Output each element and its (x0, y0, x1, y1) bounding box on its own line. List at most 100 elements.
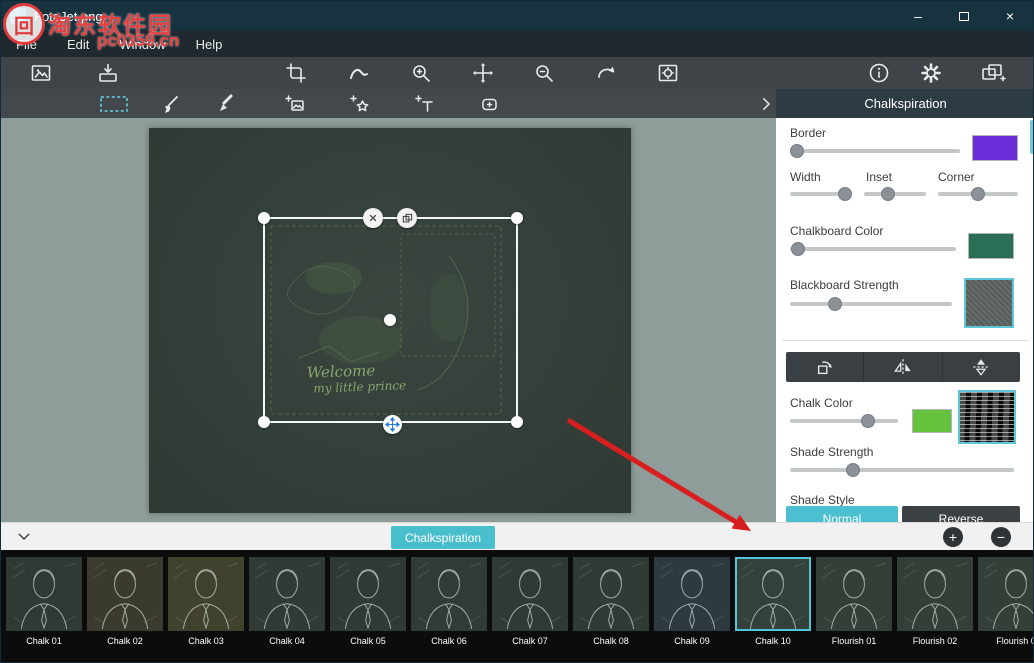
add-clipart-icon[interactable] (344, 91, 374, 116)
filter-thumbnail-label: Chalk 07 (492, 636, 568, 646)
chalk-color-slider[interactable] (790, 419, 898, 423)
adjust-icon[interactable] (652, 60, 684, 86)
filter-thumbnail[interactable]: Chalk 08 (573, 557, 649, 663)
crop-icon[interactable] (280, 60, 312, 86)
thumbnail-zoom-out-button[interactable]: − (991, 527, 1011, 547)
blackboard-texture-thumbnail[interactable] (964, 278, 1014, 328)
menu-window[interactable]: Window (104, 31, 180, 57)
shade-strength-slider-knob[interactable] (846, 463, 860, 477)
close-button[interactable]: × (987, 1, 1033, 31)
filter-thumbnail[interactable]: Flourish 02 (897, 557, 973, 663)
zoom-out-icon[interactable] (528, 60, 560, 86)
rotate-button[interactable] (786, 352, 864, 382)
filter-thumbnail[interactable]: Chalk 02 (87, 557, 163, 663)
info-icon[interactable] (863, 60, 895, 86)
chalk-texture-thumbnail[interactable] (958, 390, 1016, 444)
selection-box[interactable] (263, 217, 518, 423)
selection-handle-bottom-right[interactable] (511, 416, 523, 428)
blackboard-strength-slider[interactable] (790, 302, 952, 306)
corner-slider[interactable] (938, 192, 1018, 196)
shade-style-reverse-button[interactable]: Reverse (902, 506, 1020, 522)
width-slider[interactable] (790, 192, 852, 196)
add-photo-icon[interactable] (279, 91, 309, 116)
brush-icon[interactable] (155, 91, 185, 116)
width-slider-knob[interactable] (838, 187, 852, 201)
inset-slider-knob[interactable] (881, 187, 895, 201)
chalkboard-color-slider[interactable] (790, 247, 956, 251)
maximize-button[interactable] (941, 1, 987, 31)
selection-duplicate-button[interactable] (397, 208, 417, 228)
filter-thumbnail-image (168, 557, 244, 631)
filter-thumbnail-label: Chalk 01 (6, 636, 82, 646)
zoom-in-icon[interactable] (405, 60, 437, 86)
app-icon (10, 8, 26, 24)
selection-handle-top-right[interactable] (511, 212, 523, 224)
chalk-color-swatch[interactable] (912, 409, 952, 433)
settings-gear-icon[interactable] (915, 60, 947, 86)
collapse-chevron-icon[interactable] (11, 525, 37, 549)
selection-handle-center[interactable] (384, 314, 396, 326)
redo-icon[interactable] (590, 60, 622, 86)
shade-strength-slider[interactable] (790, 468, 1014, 472)
filter-thumbnail[interactable]: Flourish 0 (978, 557, 1033, 663)
filter-thumbnail-image (87, 557, 163, 631)
filter-thumbnail[interactable]: Chalk 01 (6, 557, 82, 663)
filter-thumbnail-label: Chalk 09 (654, 636, 730, 646)
marquee-select-icon[interactable] (96, 91, 132, 116)
selection-handle-bottom-left[interactable] (258, 416, 270, 428)
active-filter-button[interactable]: Chalkspiration (391, 526, 495, 549)
filter-thumbnail[interactable]: Chalk 05 (330, 557, 406, 663)
filter-thumbnail-image (816, 557, 892, 631)
chalkboard-color-slider-knob[interactable] (791, 242, 805, 256)
chalk-color-label: Chalk Color (790, 396, 853, 410)
border-slider-knob[interactable] (790, 144, 804, 158)
effects-icon[interactable] (977, 60, 1009, 86)
filter-thumbnail[interactable]: Chalk 07 (492, 557, 568, 663)
panel-divider (782, 340, 1029, 341)
add-text-icon[interactable] (409, 91, 439, 116)
corner-slider-knob[interactable] (971, 187, 985, 201)
filter-thumbnail[interactable]: Chalk 06 (411, 557, 487, 663)
panel-scrollbar[interactable] (1030, 120, 1034, 154)
filter-thumbnail-label: Chalk 06 (411, 636, 487, 646)
filter-thumbnail-image (330, 557, 406, 631)
filter-thumbnail[interactable]: Flourish 01 (816, 557, 892, 663)
panel-header-title: Chalkspiration (776, 89, 1034, 118)
chalkboard-color-swatch[interactable] (968, 233, 1014, 259)
add-shape-icon[interactable] (474, 91, 504, 116)
marker-icon[interactable] (210, 91, 240, 116)
filter-thumbnail-label: Chalk 04 (249, 636, 325, 646)
minimize-button[interactable]: – (895, 1, 941, 31)
move-tool-icon[interactable] (467, 60, 499, 86)
border-slider[interactable] (790, 149, 960, 153)
menu-file[interactable]: File (1, 31, 52, 57)
selection-move-handle[interactable] (383, 415, 402, 434)
border-color-swatch[interactable] (972, 135, 1018, 161)
photo-tool-icon[interactable] (25, 60, 57, 86)
shade-strength-label: Shade Strength (790, 445, 873, 459)
filter-thumbnail[interactable]: Chalk 09 (654, 557, 730, 663)
inset-slider[interactable] (864, 192, 926, 196)
filter-thumbnail[interactable]: Chalk 03 (168, 557, 244, 663)
selection-handle-top-left[interactable] (258, 212, 270, 224)
menu-edit[interactable]: Edit (52, 31, 104, 57)
blackboard-strength-label: Blackboard Strength (790, 278, 899, 292)
thumbnail-zoom-in-button[interactable]: + (943, 527, 963, 547)
window-title: FotoJet.png (34, 9, 103, 24)
filter-strip: Chalk 01 Chalk 02 (1, 550, 1033, 663)
filter-thumbnail[interactable]: Chalk 04 (249, 557, 325, 663)
transform-toolbar (786, 352, 1020, 382)
import-icon[interactable] (92, 60, 124, 86)
chalk-color-slider-knob[interactable] (861, 414, 875, 428)
fotojet-window: FotoJet.png – × File Edit Window Help (0, 0, 1034, 663)
selection-delete-button[interactable] (363, 208, 383, 228)
filter-thumbnail[interactable]: Chalk 10 (735, 557, 811, 663)
shade-style-label: Shade Style (790, 493, 855, 507)
filter-thumbnail-image (411, 557, 487, 631)
blackboard-strength-slider-knob[interactable] (828, 297, 842, 311)
draw-curve-icon[interactable] (343, 60, 375, 86)
menu-help[interactable]: Help (181, 31, 238, 57)
flip-vertical-button[interactable] (943, 352, 1020, 382)
shade-style-normal-button[interactable]: Normal (786, 506, 898, 522)
flip-horizontal-button[interactable] (864, 352, 942, 382)
